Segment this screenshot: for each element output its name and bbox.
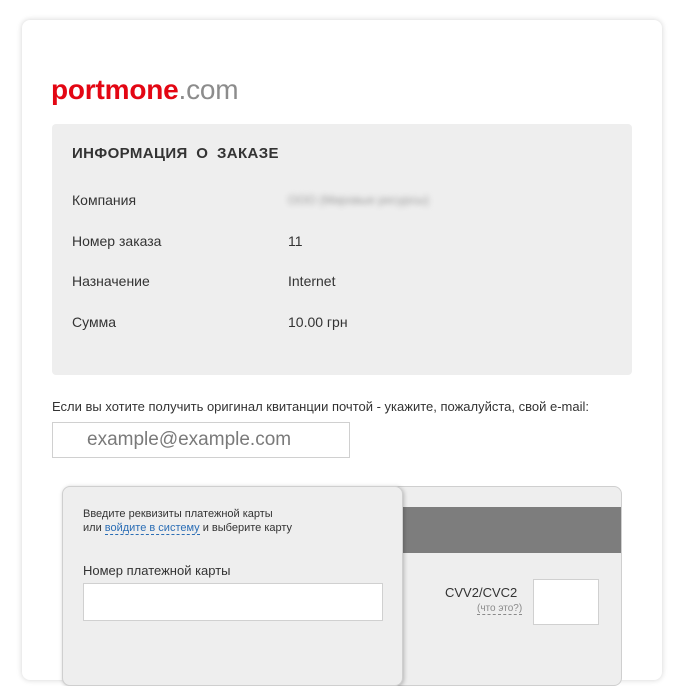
order-number-value: 11 xyxy=(288,233,303,249)
company-label: Компания xyxy=(72,192,137,208)
login-suffix: и выберите карту xyxy=(199,522,293,534)
card-instructions: Введите реквизиты платежной карты xyxy=(83,508,273,520)
cvv-label: CVV2/CVC2 xyxy=(445,585,518,600)
email-input[interactable] xyxy=(52,422,350,458)
order-number-label: Номер заказа xyxy=(72,233,162,249)
logo-brand: portmone xyxy=(51,74,179,105)
card-number-label: Номер платежной карты xyxy=(83,563,231,578)
order-row-number: Номер заказа 11 xyxy=(72,231,612,251)
card-front: Введите реквизиты платежной карты или во… xyxy=(62,486,403,686)
order-info-panel: ИНФОРМАЦИЯ О ЗАКАЗЕ Компания ООО (Мировы… xyxy=(52,124,632,375)
logo-tld: .com xyxy=(178,74,239,105)
card-number-input[interactable] xyxy=(83,583,383,621)
portmone-logo: portmone.com xyxy=(51,74,239,106)
purpose-value: Internet xyxy=(288,273,336,289)
email-note: Если вы хотите получить оригинал квитанц… xyxy=(52,399,589,414)
order-row-amount: Сумма 10.00 грн xyxy=(72,312,612,332)
company-value: ООО (Мировые ресурсы) xyxy=(288,193,429,207)
payment-card-container: portmone.com ИНФОРМАЦИЯ О ЗАКАЗЕ Компани… xyxy=(22,20,662,686)
login-link[interactable]: войдите в систему xyxy=(104,522,200,535)
login-prefix: или xyxy=(83,522,105,534)
cvv-input[interactable] xyxy=(533,579,599,625)
amount-value: 10.00 грн xyxy=(288,314,348,330)
amount-label: Сумма xyxy=(72,314,116,330)
purpose-label: Назначение xyxy=(72,273,150,289)
magnetic-stripe xyxy=(403,507,621,553)
order-info-title: ИНФОРМАЦИЯ О ЗАКАЗЕ xyxy=(72,145,279,162)
payment-card-form: CVV2/CVC2 (что это?) Введите реквизиты п… xyxy=(62,486,623,686)
login-instructions: или войдите в систему и выберите карту xyxy=(83,522,293,535)
order-row-purpose: Назначение Internet xyxy=(72,271,612,291)
cvv-hint-link[interactable]: (что это?) xyxy=(477,603,523,615)
order-row-company: Компания ООО (Мировые ресурсы) xyxy=(72,190,612,210)
